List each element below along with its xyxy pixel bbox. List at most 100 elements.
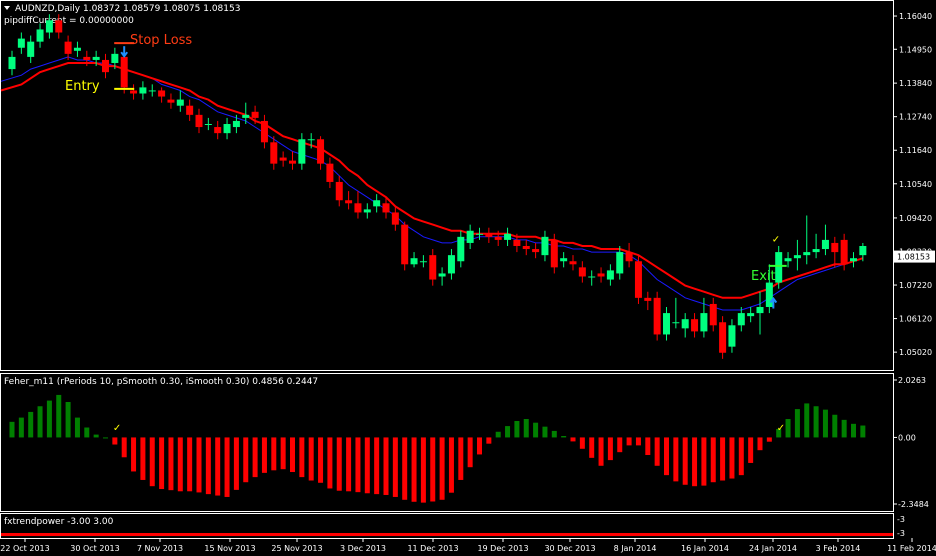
fisher-bar	[579, 437, 585, 449]
fisher-bar	[308, 437, 314, 481]
fisher-bar	[794, 409, 800, 438]
candle	[737, 307, 745, 332]
fisher-bar	[280, 437, 286, 470]
candle-body	[859, 246, 867, 256]
time-tick-label: 11 Dec 2013	[407, 544, 458, 553]
current-price-label: 1.08153	[897, 253, 930, 262]
fisher-tick-label: -2.3484	[898, 500, 929, 509]
fisher-bar	[598, 437, 604, 466]
time-tick-label: 16 Jan 2014	[681, 544, 729, 553]
fisher-bar	[832, 414, 838, 438]
candle-body	[326, 163, 334, 182]
fisher-bar	[65, 402, 71, 438]
candle	[728, 319, 736, 353]
candle	[223, 117, 231, 140]
chart-menu-icon[interactable]	[4, 6, 10, 10]
candle-body	[298, 139, 306, 164]
candle	[167, 93, 175, 109]
candle	[130, 84, 138, 100]
candle	[410, 252, 418, 268]
candle-body	[92, 56, 100, 60]
candle	[812, 233, 820, 259]
candle-body	[410, 258, 418, 265]
candle-body	[709, 303, 717, 326]
price-axis: 1.16040 1.14950 1.13840 1.12740 1.11640 1.105…	[893, 12, 935, 357]
price-tick-label: 1.05020	[899, 348, 932, 357]
candle-body	[653, 297, 661, 335]
candle	[821, 224, 829, 256]
fisher-bar	[533, 422, 539, 438]
candle-body	[691, 319, 699, 332]
price-tick-label: 1.13840	[899, 79, 932, 88]
candle-body	[466, 230, 474, 243]
candle-body	[27, 41, 35, 57]
candle	[289, 151, 296, 170]
candle-body	[672, 322, 680, 324]
fisher-bar	[56, 394, 62, 438]
fisher-histogram: ✓ ✓	[9, 394, 866, 503]
fisher-bar	[785, 419, 791, 438]
candle	[17, 32, 25, 54]
candle-body	[139, 87, 147, 94]
time-tick-label: 3 Dec 2013	[340, 544, 386, 553]
candle	[158, 87, 166, 103]
candle-body	[784, 258, 792, 262]
fisher-bar	[261, 437, 267, 473]
candle-body	[663, 313, 670, 335]
candle-body	[700, 313, 708, 332]
candle-body	[260, 120, 268, 143]
fisher-label: Feher_m11 (rPeriods 10, pSmooth 0.30, iS…	[4, 377, 318, 387]
candle-body	[270, 142, 278, 164]
candle	[419, 255, 427, 268]
fisher-bar	[486, 437, 492, 444]
fisher-bar	[140, 437, 146, 480]
candle	[653, 291, 661, 341]
fisher-bar	[626, 437, 632, 446]
candle-body	[775, 252, 783, 283]
fisher-bar	[692, 437, 698, 487]
fisher-bar	[168, 437, 174, 491]
candle	[354, 191, 362, 219]
fisher-tick-label: 2.0263	[898, 376, 926, 385]
candle	[186, 99, 194, 121]
fisher-bar	[617, 437, 623, 453]
candle-body	[831, 242, 839, 253]
candle-body	[541, 236, 549, 256]
fisher-bar	[252, 437, 258, 478]
fisher-bar	[589, 437, 595, 458]
candle-body	[214, 127, 222, 134]
candle-body	[728, 325, 736, 347]
candle	[756, 291, 764, 335]
fisher-bar	[233, 437, 239, 490]
candle-body	[83, 56, 91, 60]
candle	[64, 35, 72, 60]
price-tick-label: 1.12740	[899, 113, 932, 122]
candle	[597, 267, 605, 283]
candle	[317, 136, 325, 170]
trading-chart[interactable]: AUDNZD,Daily 1.08372 1.08579 1.08075 1.0…	[0, 0, 936, 556]
candle	[672, 297, 680, 329]
candle	[719, 316, 727, 359]
time-tick-label: 24 Jan 2014	[749, 544, 797, 553]
candle-body	[719, 322, 727, 353]
candle-body	[345, 200, 353, 204]
fisher-bar	[448, 437, 454, 493]
candle	[335, 175, 343, 207]
time-tick-label: 3 Feb 2014	[816, 544, 861, 553]
candle-body	[737, 313, 745, 326]
candle-body	[251, 111, 259, 118]
time-tick-label: 8 Jan 2014	[614, 544, 657, 553]
exit-check-icon: ✓	[772, 235, 780, 246]
candle-body	[569, 261, 577, 265]
fisher-bar	[205, 437, 211, 495]
fisher-bar	[430, 437, 436, 502]
time-tick-label: 22 Oct 2013	[0, 544, 49, 553]
fisher-bar	[701, 437, 707, 486]
candle-body	[522, 246, 530, 250]
candle	[522, 239, 530, 256]
fisher-bar	[28, 411, 34, 438]
candle	[663, 307, 670, 341]
candle	[747, 307, 755, 323]
fisher-bar	[299, 437, 305, 478]
candle	[485, 227, 493, 243]
